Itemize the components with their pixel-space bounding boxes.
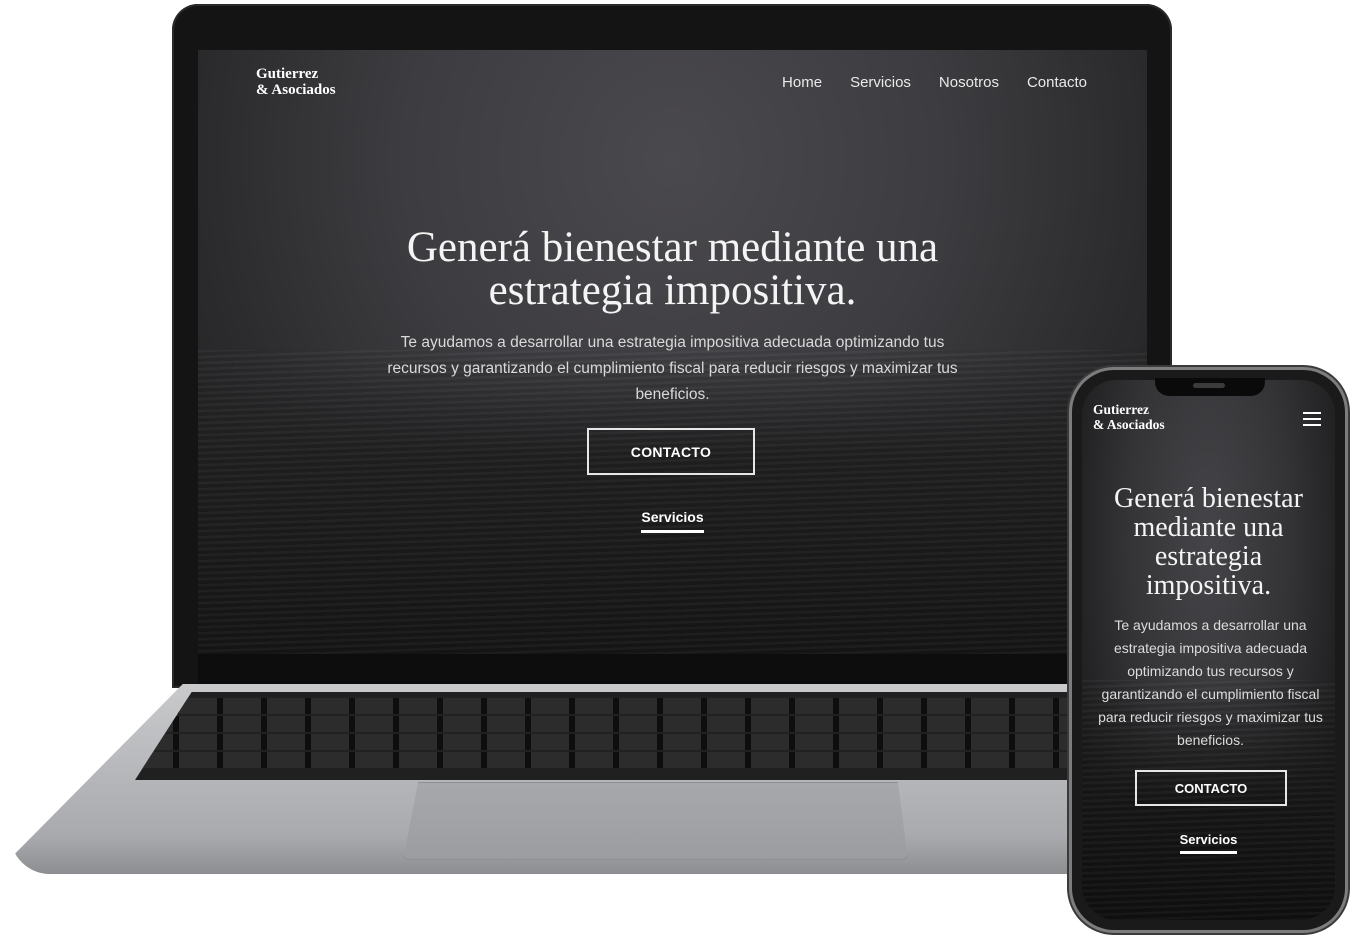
logo-line-2: & Asociados	[256, 82, 336, 98]
desktop-website-screen: Gutierrez & Asociados Home Servicios Nos…	[198, 50, 1147, 654]
nav-nosotros[interactable]: Nosotros	[939, 74, 999, 91]
nav-home[interactable]: Home	[782, 74, 822, 91]
servicios-link[interactable]: Servicios	[641, 509, 704, 533]
mobile-servicios-link-wrapper: Servicios	[1082, 832, 1335, 854]
mobile-hero-subtitle: Te ayudamos a desarrollar una estrategia…	[1098, 617, 1323, 748]
main-nav: Home Servicios Nosotros Contacto	[782, 74, 1087, 91]
logo-line-1: Gutierrez	[256, 66, 319, 82]
site-logo[interactable]: Gutierrez & Asociados	[256, 66, 336, 98]
mobile-contacto-button[interactable]: CONTACTO	[1135, 770, 1287, 806]
laptop-bezel	[198, 654, 1147, 684]
nav-servicios[interactable]: Servicios	[850, 74, 911, 91]
mobile-website-screen: Gutierrez & Asociados Generá bienestar m…	[1082, 380, 1335, 920]
nav-contacto[interactable]: Contacto	[1027, 74, 1087, 91]
mobile-hero-title-line-1: Generá bienestar	[1114, 483, 1303, 514]
laptop-trackpad	[403, 782, 908, 860]
servicios-link-wrapper: Servicios	[198, 509, 1147, 533]
contacto-button[interactable]: CONTACTO	[587, 428, 755, 475]
mobile-logo-line-1: Gutierrez	[1093, 402, 1149, 417]
mobile-hero-title: Generá bienestar mediante una estrategia…	[1082, 484, 1335, 600]
hero-title-line-2: estrategia impositiva.	[488, 267, 857, 314]
phone-speaker	[1193, 383, 1225, 388]
mobile-hero-title-line-2: mediante una	[1133, 512, 1284, 543]
laptop-keyboard	[135, 692, 1080, 780]
hero-title: Generá bienestar mediante una estrategia…	[198, 226, 1147, 312]
hero-subtitle: Te ayudamos a desarrollar una estrategia…	[387, 334, 958, 403]
mobile-servicios-link[interactable]: Servicios	[1179, 832, 1238, 854]
mobile-hero-title-line-4: impositiva.	[1145, 570, 1272, 601]
mobile-hero-title-line-3: estrategia	[1154, 541, 1263, 572]
mobile-logo-line-2: & Asociados	[1093, 417, 1165, 432]
mobile-site-logo[interactable]: Gutierrez & Asociados	[1093, 402, 1165, 432]
hamburger-icon[interactable]	[1303, 412, 1321, 426]
hero-title-line-1: Generá bienestar mediante una	[406, 224, 939, 271]
